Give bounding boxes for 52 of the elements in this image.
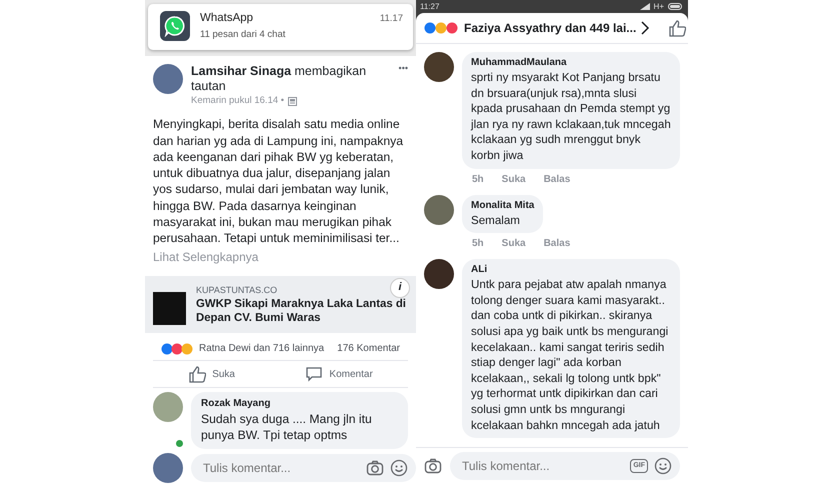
notification-card[interactable]: WhatsApp 11 pesan dari 4 chat 11.17 bbox=[148, 4, 413, 50]
post-text: Menyingkapi, berita disalah satu media online dan harian yg ada di Lampung ini, nampaknya ada keenganan dari pihak BW yg keberatan, untuk dibuatnya dua jalur, disepanjang jalan yos sudarso, mulai dari jembatan way lunik, hingga BW. Pada dasarnya keinginan masyarakat ini, bukan mau merugikan pihak perusahaan. Tetapi untuk meminimilisasi ter... bbox=[152, 116, 404, 247]
like-button[interactable]: Suka bbox=[188, 365, 235, 384]
chevron-right-icon[interactable] bbox=[640, 21, 650, 35]
comment-time: 5h bbox=[472, 172, 484, 187]
newspaper-icon bbox=[288, 96, 298, 106]
post-header-text: Lamsihar Sinaga membagikan tautan bbox=[191, 64, 368, 94]
avatar-placeholder bbox=[153, 64, 183, 94]
notification-time: 11.17 bbox=[380, 12, 403, 26]
link-source: KUPASTUNTAS.CO bbox=[196, 284, 278, 297]
emoji-icon[interactable] bbox=[654, 457, 672, 475]
avatar-placeholder bbox=[153, 453, 183, 484]
avatar-placeholder bbox=[424, 259, 454, 290]
commenter-name[interactable]: Rozak Mayang bbox=[201, 396, 398, 412]
emoji-icon[interactable] bbox=[390, 459, 408, 478]
notification-text: 11 pesan dari 4 chat bbox=[200, 28, 286, 42]
network-type: H+ bbox=[654, 0, 664, 12]
comment-text: Sudah sya duga .... Mang jln itu punya BW. Tpi tetap optms bbox=[201, 411, 373, 444]
speech-bubble-icon bbox=[305, 365, 324, 384]
link-title: GWKP Sikapi Maraknya Laka Lantas di Depan CV. Bumi Waras bbox=[196, 297, 407, 326]
more-options-button[interactable]: ••• bbox=[398, 64, 408, 73]
comment-input-field[interactable]: Tulis komentar... bbox=[460, 456, 624, 476]
reaction-icons bbox=[161, 342, 195, 355]
commenter-name[interactable]: ALi bbox=[471, 262, 671, 278]
battery-icon bbox=[668, 3, 684, 10]
comment-text: Semalam bbox=[471, 212, 521, 228]
comment-input-field[interactable]: Tulis komentar... bbox=[201, 458, 360, 478]
comment-button[interactable]: Komentar bbox=[305, 365, 373, 384]
thumbs-up-icon[interactable] bbox=[668, 19, 686, 37]
avatar-placeholder bbox=[153, 392, 183, 422]
thumbs-up-icon bbox=[188, 365, 206, 384]
reactions-summary[interactable]: Faziya Assyathry dan 449 lai... bbox=[464, 19, 636, 37]
reaction-icons bbox=[424, 22, 460, 34]
commenter-name[interactable]: Monalita Mita bbox=[471, 198, 534, 213]
post-time: Kemarin pukul 16.14 • bbox=[191, 94, 284, 108]
notification-title: WhatsApp bbox=[200, 11, 254, 26]
photo-placeholder bbox=[153, 292, 186, 325]
status-time: 11:27 bbox=[420, 0, 440, 12]
comments-count[interactable]: 176 Komentar bbox=[337, 341, 400, 356]
camera-icon[interactable] bbox=[366, 459, 384, 478]
signal-icon bbox=[640, 3, 650, 10]
link-preview-card[interactable]: KUPASTUNTAS.CO GWKP Sikapi Maraknya Laka Lantas di Depan CV. Bumi Waras i bbox=[145, 276, 416, 334]
info-button[interactable]: i bbox=[390, 278, 410, 298]
camera-icon[interactable] bbox=[424, 457, 442, 475]
comment-time: 5h bbox=[472, 237, 484, 252]
commenter-name[interactable]: MuhammadMaulana bbox=[471, 55, 671, 70]
comment-bar[interactable]: Tulis komentar... bbox=[191, 454, 416, 482]
comment-text: sprti ny msyarakt Kot Panjang brsatu dn brsuara(unjuk rsa),mnta slusi kpada prusahaan dn Pemda stempt yg jlan rya ny rawn kclakaan,tuk mncegah kclakaan yg sudh mrenggut bnyk korbn jiwa bbox=[471, 70, 671, 164]
comment-text: Untk para pejabat atw apalah nmanya tolong denger suara kami masyarakt.. dan coba untk di pikirkan.. skiranya solusi apa yg baik untk bs mengurangi kecelakaan.. kami sangat teriris sedih stiap denger lagi" ada korban kcelakaan,, sekali lg tolong untk bpk" yg terhormat untk dipikirkan dan cari solusi gmn untk bs mngurangi kcelakaan bahkn mncegah ada jatuh bbox=[471, 277, 670, 434]
avatar-placeholder bbox=[424, 194, 454, 225]
avatar-placeholder bbox=[424, 52, 454, 82]
reactions-summary[interactable]: Ratna Dewi dan 716 lainnya bbox=[199, 341, 324, 356]
